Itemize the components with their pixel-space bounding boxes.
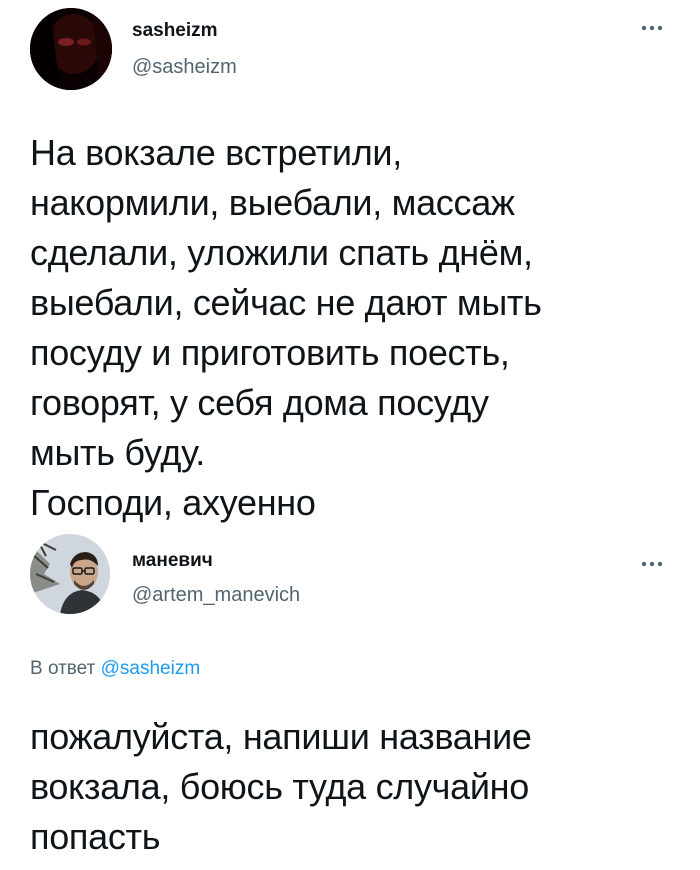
display-name[interactable]: sasheizm — [132, 20, 218, 42]
tweet-text-line: попасть — [30, 816, 161, 857]
reply-context: В ответ @sasheizm — [30, 658, 200, 680]
user-handle[interactable]: @artem_manevich — [132, 584, 300, 607]
avatar-photo-icon — [30, 8, 112, 90]
tweet-text-line: вокзала, боюсь туда случайно — [30, 766, 529, 807]
more-dots-icon — [641, 561, 663, 567]
tweet-text-line: посуду и приготовить поесть, — [30, 332, 510, 373]
reply-to-handle-link[interactable]: @sasheizm — [101, 658, 201, 679]
tweet-text-line: выебали, сейчас не дают мыть — [30, 282, 542, 323]
more-options-button[interactable] — [632, 16, 672, 40]
tweet-text-line: На вокзале встретили, — [30, 132, 402, 173]
more-options-button[interactable] — [632, 552, 672, 576]
tweet-text-line: пожалуйста, напиши название — [30, 716, 532, 757]
tweet-text-line: говорят, у себя дома посуду — [30, 382, 489, 423]
reply-prefix: В ответ — [30, 658, 96, 679]
tweet-text-line: накормили, выебали, массаж — [30, 182, 515, 223]
tweet-text-line: Господи, ахуенно — [30, 482, 316, 523]
tweet-text-line: сделали, уложили спать днём, — [30, 232, 533, 273]
tweet-text-line: мыть буду. — [30, 432, 205, 473]
user-avatar[interactable] — [30, 534, 110, 614]
user-handle[interactable]: @sasheizm — [132, 56, 237, 79]
display-name[interactable]: маневич — [132, 550, 213, 572]
avatar-photo-icon — [30, 534, 110, 614]
tweet-text: пожалуйста, напиши название вокзала, бою… — [30, 712, 680, 862]
tweet-text: На вокзале встретили, накормили, выебали… — [30, 128, 680, 528]
more-dots-icon — [641, 25, 663, 31]
user-avatar[interactable] — [30, 8, 112, 90]
